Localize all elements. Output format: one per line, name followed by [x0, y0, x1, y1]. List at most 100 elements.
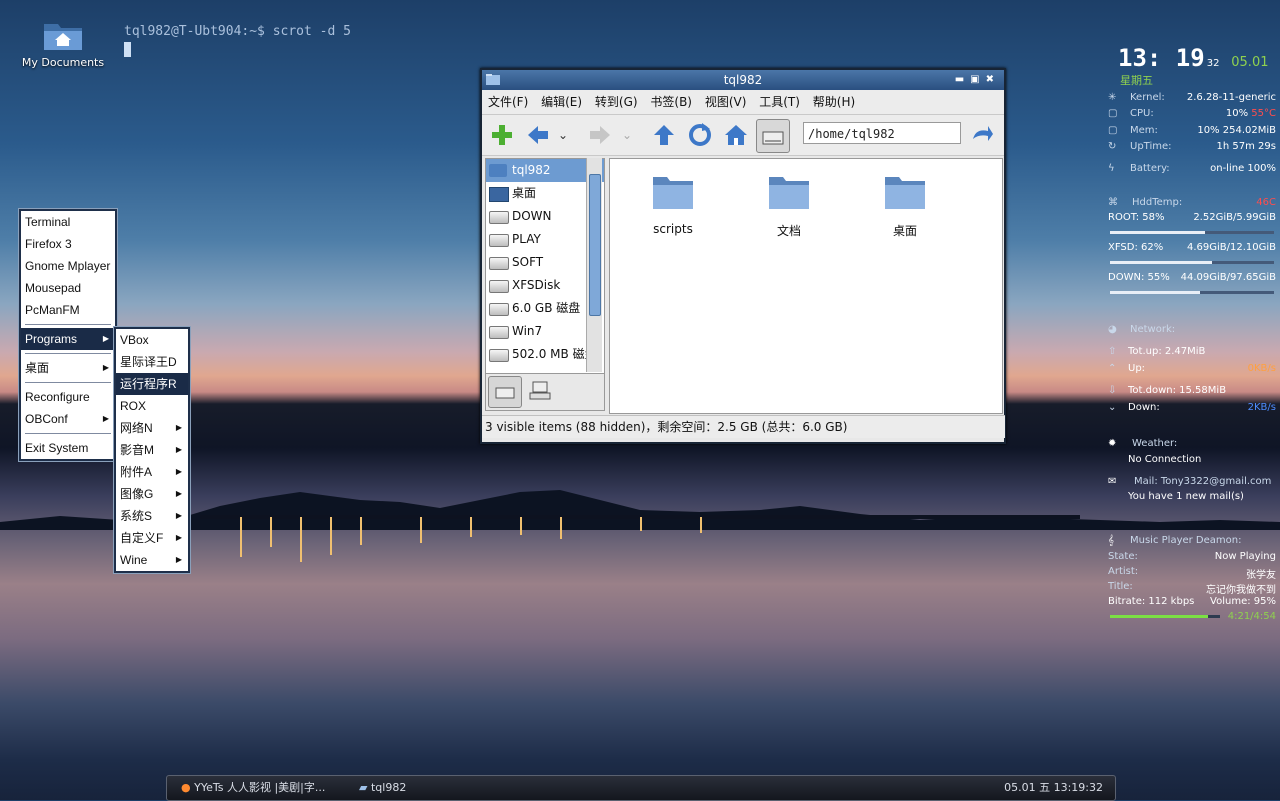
volume: Volume: 95%: [1210, 596, 1276, 607]
menu-item-gnome-mplayer[interactable]: Gnome Mplayer: [21, 255, 115, 277]
hdd-value: 46C: [1256, 197, 1276, 208]
down-speed: 2KB/s: [1247, 402, 1276, 413]
menu-item-label: 图像G: [120, 487, 154, 501]
back-history-icon[interactable]: ⌄: [558, 123, 582, 147]
menu-tools[interactable]: 工具(T): [759, 95, 800, 109]
forward-icon[interactable]: [588, 123, 612, 147]
back-icon[interactable]: [526, 123, 550, 147]
task-firefox[interactable]: ● YYeTs 人人影视 |美剧|字...: [181, 776, 325, 800]
reload-icon[interactable]: [688, 123, 712, 147]
home-icon[interactable]: [724, 123, 748, 147]
bar-fill: [1110, 291, 1201, 294]
down-size: 44.09GiB/97.65GiB: [1180, 272, 1276, 283]
artist-label: Artist:: [1108, 566, 1139, 577]
menu-item-desktop[interactable]: 桌面 ▶: [21, 357, 115, 379]
network-icon: ◕: [1108, 324, 1117, 335]
file-item-label: 文档: [776, 224, 801, 238]
menu-item-rox[interactable]: ROX: [116, 395, 188, 417]
file-item-desktop[interactable]: 桌面: [860, 175, 950, 239]
my-documents-icon[interactable]: My Documents: [18, 20, 108, 69]
menu-item-graphics[interactable]: 图像G ▶: [116, 483, 188, 505]
mem-label: Mem:: [1130, 125, 1158, 136]
menu-help[interactable]: 帮助(H): [813, 95, 855, 109]
menu-item-mousepad[interactable]: Mousepad: [21, 277, 115, 299]
scrollbar-thumb[interactable]: [589, 174, 601, 316]
bitrate: Bitrate: 112 kbps: [1108, 596, 1195, 607]
menu-bookmarks[interactable]: 书签(B): [650, 95, 692, 109]
task-file-manager[interactable]: ▰ tql982: [359, 776, 406, 800]
battery-value: on-line 100%: [1210, 163, 1276, 174]
menu-item-network[interactable]: 网络N ▶: [116, 417, 188, 439]
menu-item-label: Wine: [120, 553, 148, 567]
tree-tab[interactable]: [524, 376, 556, 406]
weather-icon: ✹: [1108, 438, 1117, 449]
title-label: Title:: [1108, 581, 1133, 592]
menu-item-reconfigure[interactable]: Reconfigure: [21, 386, 115, 408]
sidebar-item-label: XFSDisk: [512, 278, 561, 292]
down-usage-bar: [1110, 291, 1274, 294]
menu-item-terminal[interactable]: Terminal: [21, 211, 115, 233]
new-tab-icon[interactable]: [490, 123, 514, 147]
file-item-documents[interactable]: 文档: [744, 175, 834, 239]
state-label: State:: [1108, 551, 1138, 562]
menu-file[interactable]: 文件(F): [488, 95, 528, 109]
menu-item-media[interactable]: 影音M ▶: [116, 439, 188, 461]
menu-item-system[interactable]: 系统S ▶: [116, 505, 188, 527]
clock-weekday: 星期五: [1120, 74, 1153, 87]
window-title: tql982: [723, 73, 763, 87]
up-icon[interactable]: [652, 123, 676, 147]
root-size: 2.52GiB/5.99GiB: [1193, 212, 1276, 223]
menu-edit[interactable]: 编辑(E): [541, 95, 582, 109]
total-up: Tot.up: 2.47MiB: [1128, 346, 1206, 357]
title-value: 忘记你我做不到: [1206, 585, 1276, 596]
maximize-icon[interactable]: ▣: [970, 74, 985, 85]
menu-item-run-program[interactable]: 运行程序R: [116, 373, 188, 395]
submenu-arrow-icon: ▶: [175, 533, 182, 542]
menu-item-obconf[interactable]: OBConf ▶: [21, 408, 115, 430]
task-label: tql982: [370, 781, 407, 794]
go-icon[interactable]: [970, 123, 994, 147]
sidebar-item-label: 桌面: [512, 186, 537, 200]
close-icon[interactable]: ✖: [986, 74, 1000, 85]
menu-go[interactable]: 转到(G): [595, 95, 638, 109]
menu-item-accessories[interactable]: 附件A ▶: [116, 461, 188, 483]
menu-item-firefox[interactable]: Firefox 3: [21, 233, 115, 255]
places-tab[interactable]: [488, 376, 522, 408]
sidebar-mode-tabs: [485, 374, 605, 411]
menu-item-label: 系统S: [120, 509, 153, 523]
root-label: ROOT: 58%: [1108, 212, 1165, 223]
weather-label: Weather:: [1132, 438, 1178, 449]
menu-view[interactable]: 视图(V): [705, 95, 747, 109]
drive-icon: [495, 387, 515, 399]
window-titlebar[interactable]: tql982 ▬▣✖: [482, 70, 1004, 90]
menu-item-custom[interactable]: 自定义F ▶: [116, 527, 188, 549]
hdd-icon: ⌘: [1108, 197, 1118, 208]
menu-item-wine[interactable]: Wine ▶: [116, 549, 188, 571]
minimize-icon[interactable]: ▬: [955, 74, 970, 85]
menu-item-vbox[interactable]: VBox: [116, 329, 188, 351]
music-label: Music Player Deamon:: [1130, 535, 1242, 546]
download-icon: ⇩: [1108, 385, 1117, 396]
submenu-arrow-icon: ▶: [102, 363, 109, 372]
menu-item-exit[interactable]: Exit System: [21, 437, 115, 459]
menu-item-programs[interactable]: Programs ▶: [21, 328, 115, 350]
folder-icon: [486, 74, 500, 85]
file-item-scripts[interactable]: scripts: [628, 175, 718, 236]
drive-view-button[interactable]: [756, 119, 790, 153]
menu-item-pcmanfm[interactable]: PcManFM: [21, 299, 115, 321]
sidebar-scrollbar[interactable]: [586, 158, 602, 372]
folder-home-icon: [42, 20, 84, 52]
submenu-arrow-icon: ▶: [175, 467, 182, 476]
path-input[interactable]: /home/tql982: [803, 122, 961, 144]
drive-icon: [489, 234, 509, 247]
menu-item-stardict[interactable]: 星际译王D: [116, 351, 188, 373]
forward-history-icon[interactable]: ⌄: [622, 123, 646, 147]
xfsd-usage-bar: [1110, 261, 1274, 264]
kernel-icon: ✳: [1108, 92, 1117, 103]
sidebar-item-label: Win7: [512, 324, 543, 338]
window-menubar: 文件(F) 编辑(E) 转到(G) 书签(B) 视图(V) 工具(T) 帮助(H…: [482, 90, 1004, 115]
file-view: scripts 文档 桌面: [609, 158, 1003, 414]
drive-icon: [489, 326, 509, 339]
city-lights: [200, 515, 1080, 562]
hdd-label: HddTemp:: [1132, 197, 1183, 208]
